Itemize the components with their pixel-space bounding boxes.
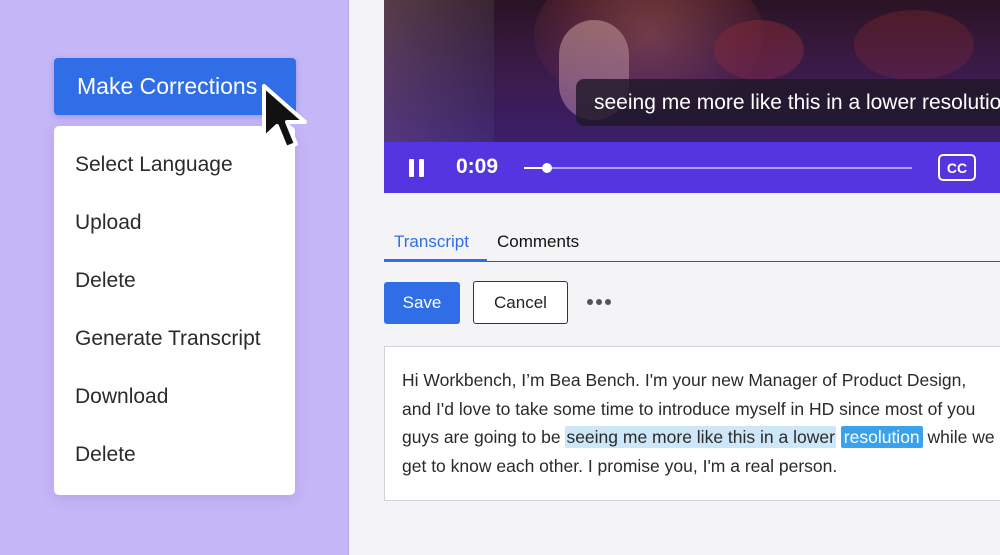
dropdown-menu: Select Language Upload Delete Generate T… <box>54 126 295 495</box>
cancel-button[interactable]: Cancel <box>473 281 568 324</box>
closed-captions-button[interactable]: CC <box>938 154 976 181</box>
menu-item-upload[interactable]: Upload <box>75 211 142 235</box>
tab-transcript[interactable]: Transcript <box>394 232 469 252</box>
more-horizontal-icon[interactable] <box>587 292 611 312</box>
progress-knob[interactable] <box>542 163 552 173</box>
progress-track[interactable] <box>524 163 912 173</box>
playback-time: 0:09 <box>456 155 499 178</box>
video-caption: seeing me more like this in a lower reso… <box>576 79 1000 126</box>
mouse-pointer-icon <box>262 84 307 150</box>
menu-item-download[interactable]: Download <box>75 385 168 409</box>
menu-item-select-language[interactable]: Select Language <box>75 153 233 177</box>
pause-icon[interactable] <box>408 159 426 177</box>
menu-item-delete-2[interactable]: Delete <box>75 443 136 467</box>
tab-comments[interactable]: Comments <box>497 232 579 252</box>
save-button[interactable]: Save <box>384 282 460 324</box>
menu-item-generate-transcript[interactable]: Generate Transcript <box>75 327 261 351</box>
transcript-editor[interactable]: Hi Workbench, I’m Bea Bench. I'm your ne… <box>384 346 1000 501</box>
transcript-selected-word[interactable]: resolution <box>840 426 923 448</box>
transcript-text[interactable]: Hi Workbench, I’m Bea Bench. I'm your ne… <box>402 366 997 480</box>
menu-item-delete[interactable]: Delete <box>75 269 136 293</box>
transcript-highlight: seeing me more like this in a lower <box>565 426 836 448</box>
tab-bar: Transcript Comments <box>384 227 1000 263</box>
active-tab-indicator <box>384 259 487 262</box>
player-controls: 0:09 CC <box>384 142 1000 193</box>
